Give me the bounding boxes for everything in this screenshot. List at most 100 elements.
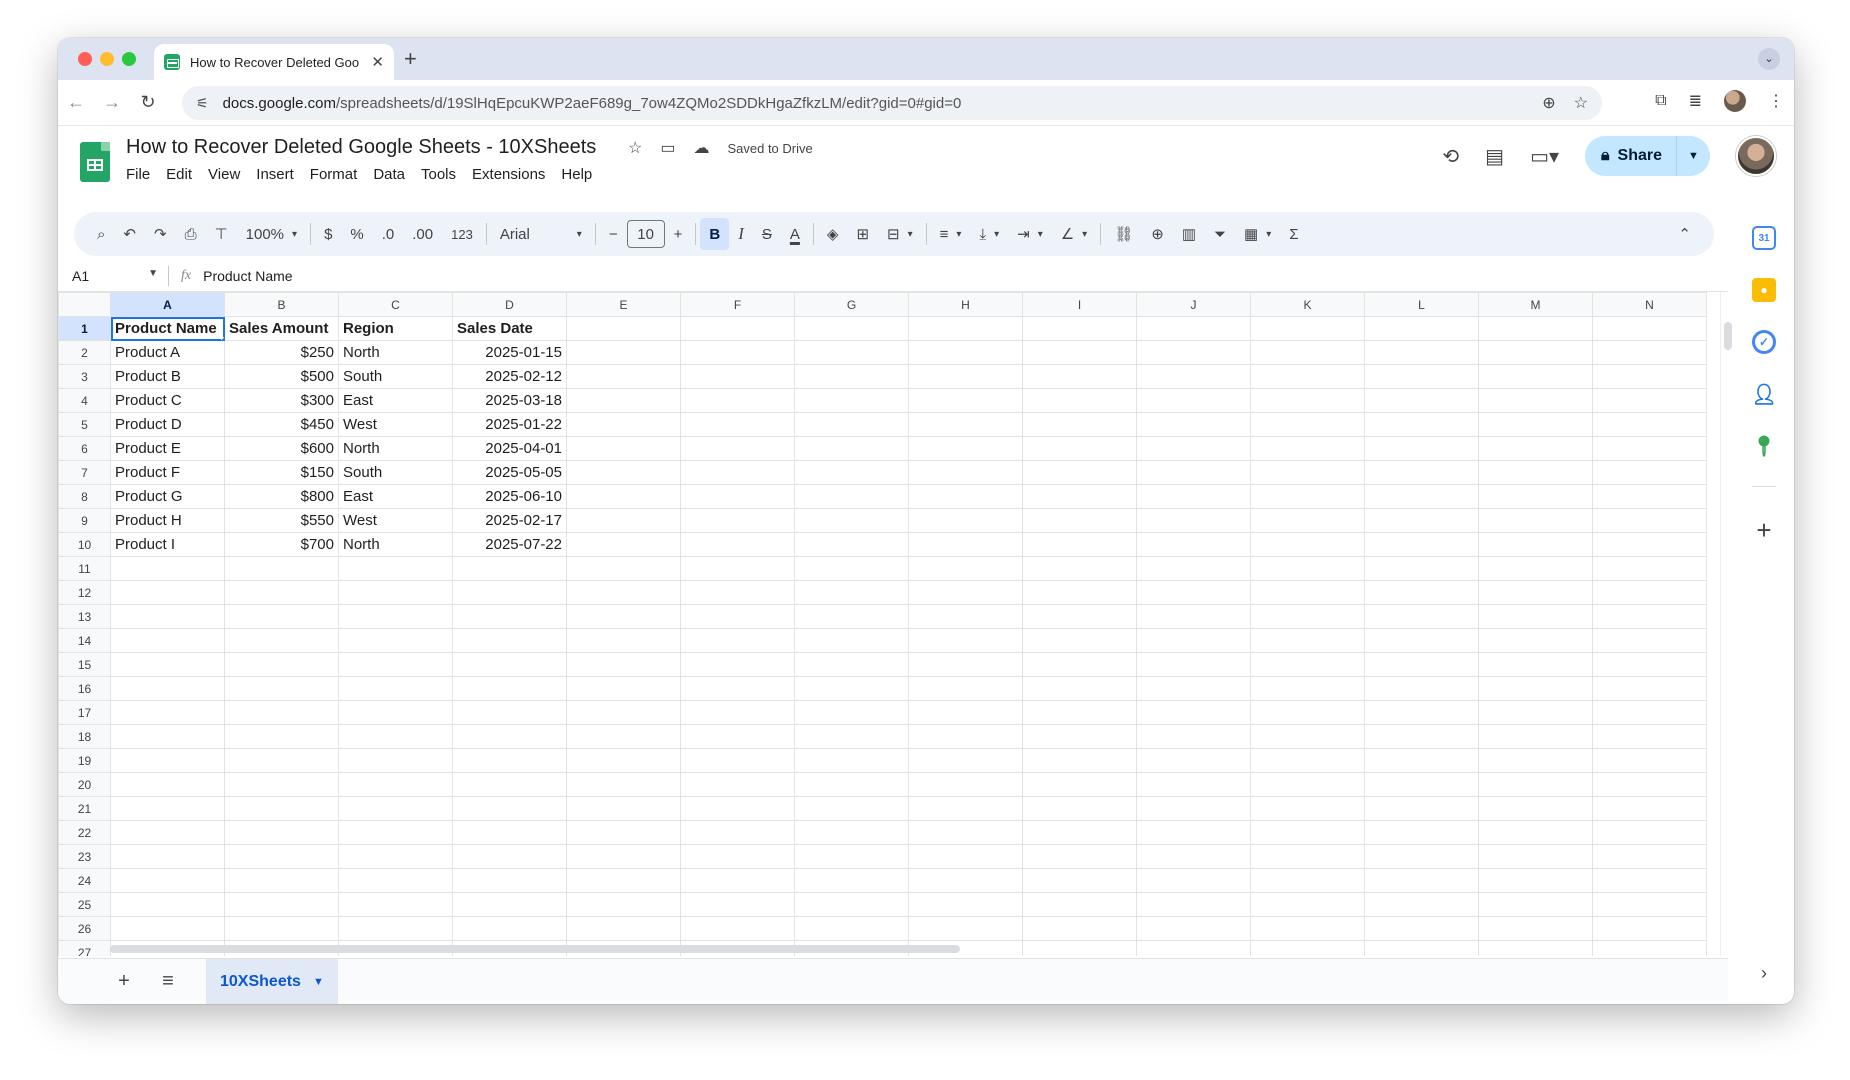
cell-b7[interactable]: $150 [224,460,339,485]
cell-m9[interactable] [1478,508,1593,533]
cell-a18[interactable] [110,724,225,749]
row-header[interactable]: 12 [58,580,111,605]
cell-m7[interactable] [1478,460,1593,485]
browser-menu-icon[interactable]: ⋮ [1768,91,1784,111]
cell-i12[interactable] [1022,580,1137,605]
cell-d14[interactable] [452,628,567,653]
cell-n14[interactable] [1592,628,1707,653]
cell-g25[interactable] [794,892,909,917]
cell-l19[interactable] [1364,748,1479,773]
cell-b2[interactable]: $250 [224,340,339,365]
cell-e23[interactable] [566,844,681,869]
cell-c16[interactable] [338,676,453,701]
cell-k13[interactable] [1250,604,1365,629]
address-bar[interactable]: ⚟ docs.google.com/spreadsheets/d/19SlHqE… [182,86,1602,120]
cell-c2[interactable]: North [338,340,453,365]
cell-a22[interactable] [110,820,225,845]
sheets-logo-icon[interactable] [80,142,110,182]
cell-b23[interactable] [224,844,339,869]
cell-k9[interactable] [1250,508,1365,533]
cell-e18[interactable] [566,724,681,749]
cell-d13[interactable] [452,604,567,629]
cell-d10[interactable]: 2025-07-22 [452,532,567,557]
cell-j23[interactable] [1136,844,1251,869]
row-header[interactable]: 18 [58,724,111,749]
share-button[interactable]: 🔒︎ Share [1585,136,1676,176]
cell-i21[interactable] [1022,796,1137,821]
cell-c5[interactable]: West [338,412,453,437]
cell-b26[interactable] [224,916,339,941]
decrease-font-size-button[interactable]: − [600,218,627,250]
cell-d23[interactable] [452,844,567,869]
cell-m15[interactable] [1478,652,1593,677]
cell-a25[interactable] [110,892,225,917]
filter-icon[interactable]: ⏷ [1205,218,1235,250]
cell-n2[interactable] [1592,340,1707,365]
cell-a24[interactable] [110,868,225,893]
cell-k18[interactable] [1250,724,1365,749]
cell-c25[interactable] [338,892,453,917]
cell-j25[interactable] [1136,892,1251,917]
cell-j16[interactable] [1136,676,1251,701]
cell-e26[interactable] [566,916,681,941]
cell-k24[interactable] [1250,868,1365,893]
cell-l17[interactable] [1364,700,1479,725]
cell-k19[interactable] [1250,748,1365,773]
cell-k23[interactable] [1250,844,1365,869]
expand-side-panel-icon[interactable]: › [1761,963,1767,984]
cell-a23[interactable] [110,844,225,869]
functions-button[interactable]: Σ [1280,218,1307,250]
cell-l6[interactable] [1364,436,1479,461]
cell-d3[interactable]: 2025-02-12 [452,364,567,389]
cell-k16[interactable] [1250,676,1365,701]
vertical-scroll-thumb[interactable] [1724,322,1732,350]
cell-b11[interactable] [224,556,339,581]
cell-m8[interactable] [1478,484,1593,509]
cell-b1[interactable]: Sales Amount [224,316,339,341]
row-header[interactable]: 19 [58,748,111,773]
cell-k20[interactable] [1250,772,1365,797]
cell-e25[interactable] [566,892,681,917]
cell-k14[interactable] [1250,628,1365,653]
cell-b8[interactable]: $800 [224,484,339,509]
menu-extensions[interactable]: Extensions [464,164,553,185]
cell-a3[interactable]: Product B [110,364,225,389]
cell-c12[interactable] [338,580,453,605]
cell-l23[interactable] [1364,844,1479,869]
cell-f26[interactable] [680,916,795,941]
cell-n18[interactable] [1592,724,1707,749]
cell-l1[interactable] [1364,316,1479,341]
cell-h5[interactable] [908,412,1023,437]
cell-l14[interactable] [1364,628,1479,653]
cell-h6[interactable] [908,436,1023,461]
horizontal-scrollbar[interactable] [110,942,1718,956]
cell-m23[interactable] [1478,844,1593,869]
cell-i25[interactable] [1022,892,1137,917]
cell-i19[interactable] [1022,748,1137,773]
cell-k6[interactable] [1250,436,1365,461]
cell-e2[interactable] [566,340,681,365]
cell-a12[interactable] [110,580,225,605]
cell-f1[interactable] [680,316,795,341]
cell-e19[interactable] [566,748,681,773]
cell-m2[interactable] [1478,340,1593,365]
cell-n9[interactable] [1592,508,1707,533]
cell-b16[interactable] [224,676,339,701]
menu-edit[interactable]: Edit [158,164,200,185]
cell-h13[interactable] [908,604,1023,629]
cell-n8[interactable] [1592,484,1707,509]
cell-e6[interactable] [566,436,681,461]
cell-c21[interactable] [338,796,453,821]
document-title[interactable]: How to Recover Deleted Google Sheets - 1… [126,136,596,159]
cell-m14[interactable] [1478,628,1593,653]
collapse-menus-icon[interactable]: ⌃ [1669,218,1700,250]
cell-d1[interactable]: Sales Date [452,316,567,341]
cell-j5[interactable] [1136,412,1251,437]
cell-i17[interactable] [1022,700,1137,725]
cell-m19[interactable] [1478,748,1593,773]
column-header-c[interactable]: C [338,292,453,317]
cell-h21[interactable] [908,796,1023,821]
cell-f11[interactable] [680,556,795,581]
account-avatar[interactable] [1736,136,1776,176]
cell-e5[interactable] [566,412,681,437]
